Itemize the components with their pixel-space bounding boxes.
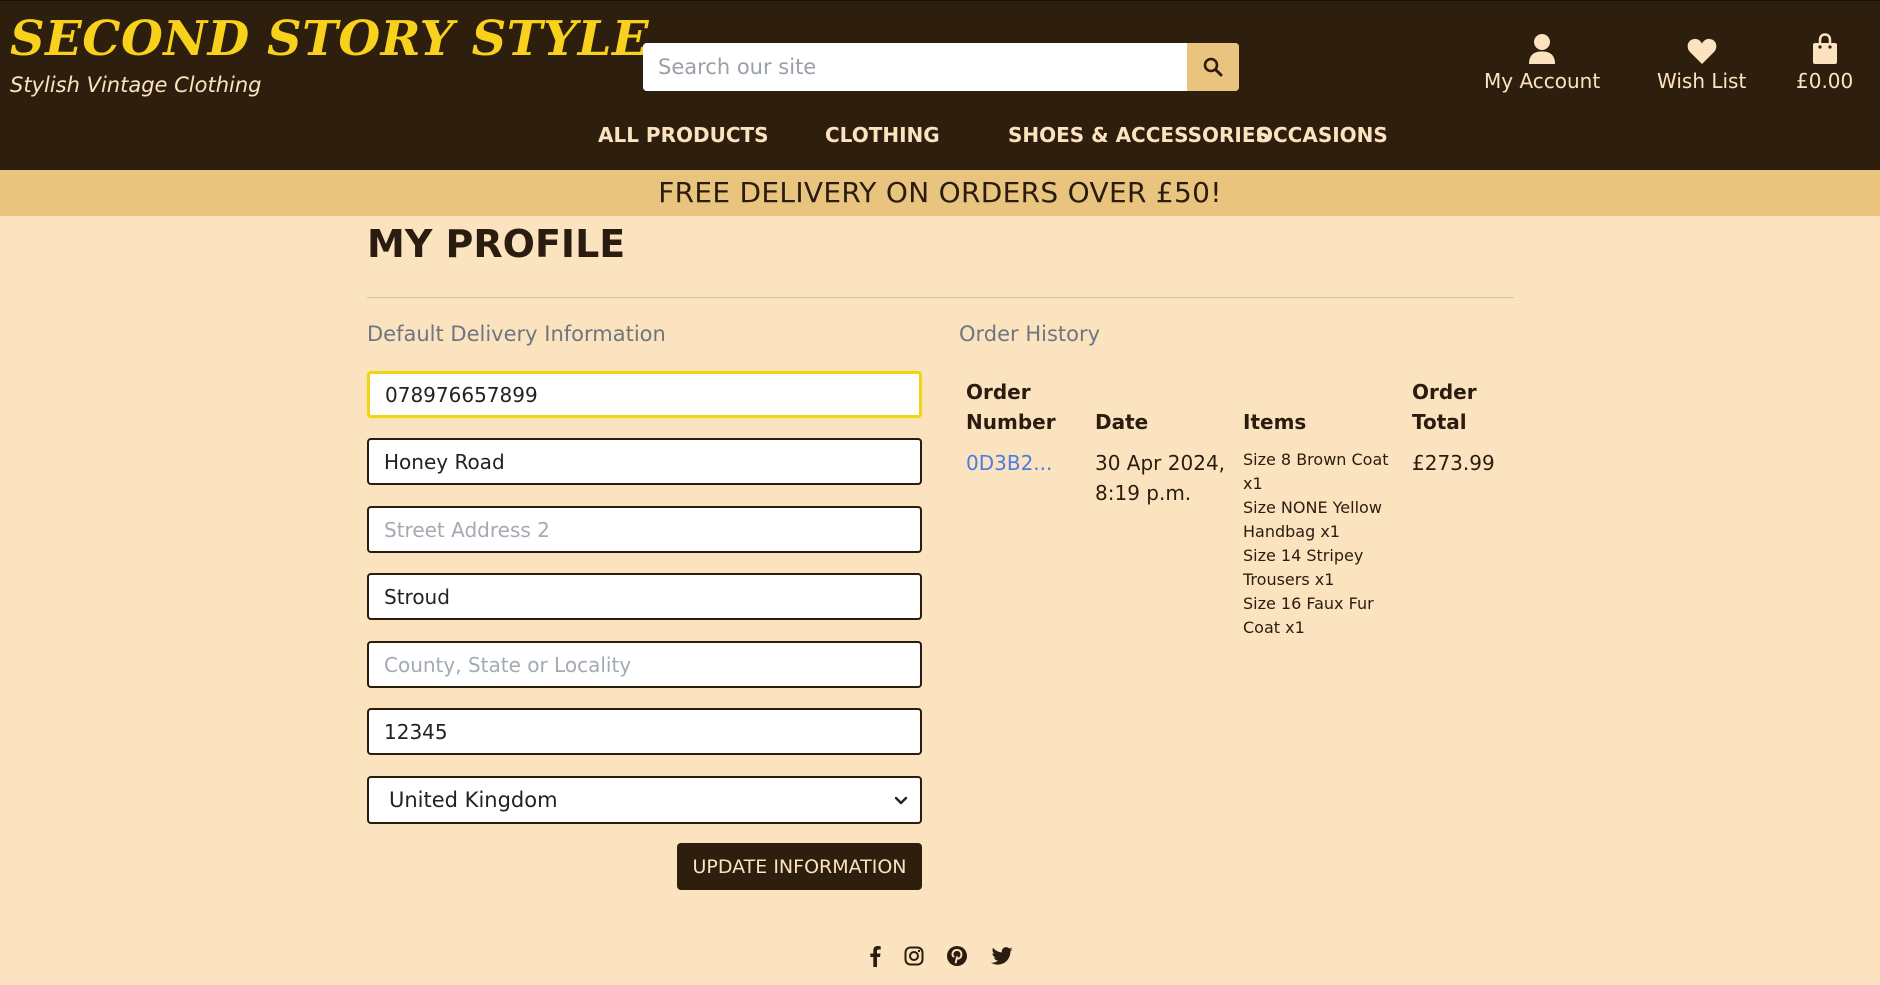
county-field[interactable] xyxy=(367,641,922,688)
order-item: Size NONE Yellow Handbag x1 xyxy=(1243,498,1382,541)
search-input[interactable] xyxy=(643,43,1186,91)
order-number-header-line1: Order xyxy=(966,380,1031,404)
order-total-header-line1: Order xyxy=(1412,380,1477,404)
order-total-header-line2: Total xyxy=(1412,410,1467,434)
facebook-icon xyxy=(870,946,881,967)
wish-list-link[interactable]: Wish List xyxy=(1657,33,1746,93)
wish-list-label: Wish List xyxy=(1657,69,1747,93)
nav-clothing[interactable]: CLOTHING xyxy=(825,123,940,151)
order-number-header-line2: Number xyxy=(966,410,1056,434)
chevron-down-icon xyxy=(894,796,908,805)
page-title: MY PROFILE xyxy=(367,222,626,266)
town-city-field[interactable] xyxy=(367,573,922,620)
nav-occasions[interactable]: OCCASIONS xyxy=(1256,123,1388,151)
twitter-link[interactable] xyxy=(988,942,1016,970)
pinterest-icon xyxy=(947,946,967,966)
delivery-info-label: Default Delivery Information xyxy=(367,322,666,346)
shopping-bag-link[interactable]: £0.00 xyxy=(1796,33,1853,93)
site-header: SECOND STORY STYLE Stylish Vintage Cloth… xyxy=(0,0,1880,170)
search-icon xyxy=(1203,57,1223,77)
order-number-link[interactable]: 0D3B2... xyxy=(966,448,1052,478)
shopping-bag-icon xyxy=(1812,33,1837,64)
facebook-link[interactable] xyxy=(861,942,889,970)
nav-shoes-accessories[interactable]: SHOES & ACCESSORIES xyxy=(1008,123,1270,151)
instagram-icon xyxy=(904,946,924,966)
order-date-line2: 8:19 p.m. xyxy=(1095,481,1192,505)
bag-total: £0.00 xyxy=(1796,69,1854,93)
nav-all-products[interactable]: ALL PRODUCTS xyxy=(598,123,769,151)
order-total-header: Order Total xyxy=(1412,377,1477,437)
order-date-line1: 30 Apr 2024, xyxy=(1095,451,1226,475)
heart-icon xyxy=(1687,38,1716,64)
pinterest-link[interactable] xyxy=(943,942,971,970)
my-account-link[interactable]: My Account xyxy=(1484,33,1600,93)
delivery-banner: FREE DELIVERY ON ORDERS OVER £50! xyxy=(0,170,1880,216)
country-select-value: United Kingdom xyxy=(389,788,558,812)
divider xyxy=(367,297,1514,298)
update-information-button[interactable]: UPDATE INFORMATION xyxy=(677,843,922,890)
street-address-2-field[interactable] xyxy=(367,506,922,553)
order-history-label: Order History xyxy=(959,322,1101,346)
country-select[interactable]: United Kingdom xyxy=(367,776,922,824)
postcode-field[interactable] xyxy=(367,708,922,755)
twitter-icon xyxy=(991,947,1013,965)
street-address-1-field[interactable] xyxy=(367,438,922,485)
date-header: Date xyxy=(1095,410,1149,434)
my-account-label: My Account xyxy=(1484,69,1601,93)
order-total: £273.99 xyxy=(1412,451,1495,475)
phone-number-field[interactable] xyxy=(367,371,922,418)
search-button[interactable] xyxy=(1187,43,1239,91)
order-item: Size 16 Faux Fur Coat x1 xyxy=(1243,594,1374,637)
order-number-header: Order Number xyxy=(966,377,1056,437)
order-item: Size 14 Stripey Trousers x1 xyxy=(1243,546,1364,589)
instagram-link[interactable] xyxy=(900,942,928,970)
user-icon xyxy=(1529,34,1556,64)
order-items: Size 8 Brown Coat x1 Size NONE Yellow Ha… xyxy=(1243,448,1403,640)
brand-logo[interactable]: SECOND STORY STYLE xyxy=(10,11,649,67)
order-item: Size 8 Brown Coat x1 xyxy=(1243,450,1389,493)
brand-tagline: Stylish Vintage Clothing xyxy=(10,73,262,97)
items-header: Items xyxy=(1243,410,1307,434)
search-bar xyxy=(643,43,1239,91)
order-date: 30 Apr 2024, 8:19 p.m. xyxy=(1095,448,1225,508)
